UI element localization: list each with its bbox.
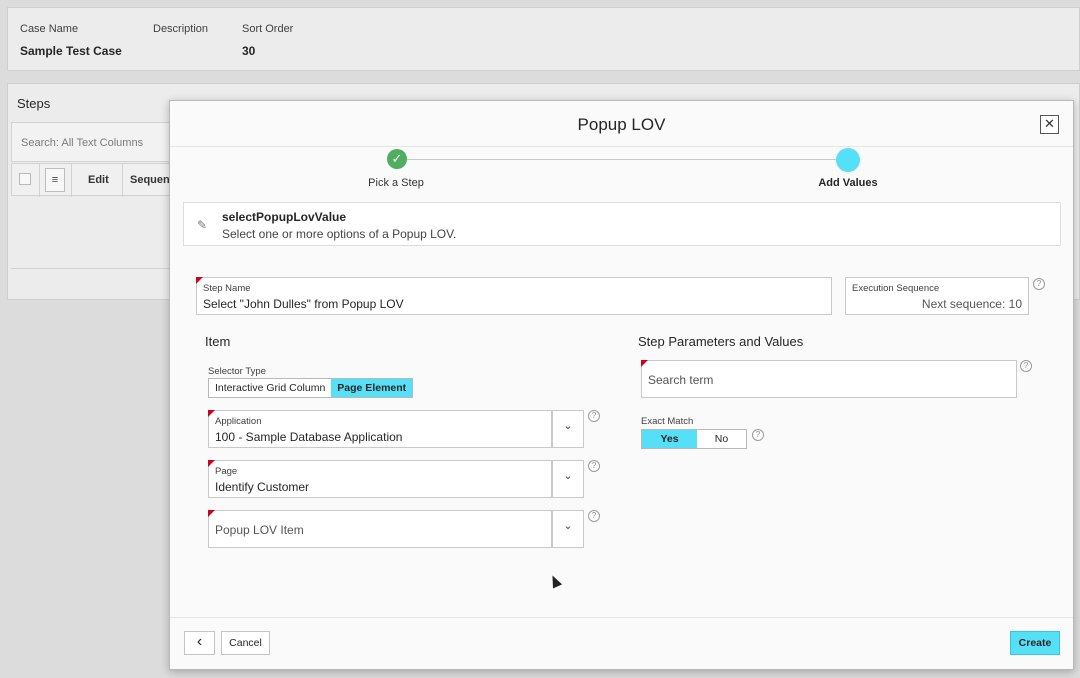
select-all-checkbox[interactable] [19, 173, 31, 185]
column-divider [39, 164, 40, 197]
execution-sequence-label: Execution Sequence [852, 283, 940, 294]
required-marker [641, 360, 648, 367]
help-icon[interactable]: ? [588, 510, 600, 522]
wizard-current-step-dot [836, 148, 860, 172]
execution-sequence-input[interactable]: Next sequence: 10 [922, 297, 1022, 311]
help-icon[interactable]: ? [1033, 278, 1045, 290]
column-header-edit[interactable]: Edit [88, 174, 109, 186]
column-divider [71, 164, 72, 197]
required-marker [208, 410, 215, 417]
step-name-label: Step Name [203, 283, 251, 294]
cancel-button[interactable]: Cancel [221, 631, 270, 655]
selector-option-page-element[interactable]: Page Element [331, 379, 413, 397]
case-name-label: Case Name [20, 23, 79, 35]
steps-search-input[interactable]: Search: All Text Columns [11, 122, 176, 162]
steps-title: Steps [17, 96, 51, 111]
required-marker [208, 510, 215, 517]
help-icon[interactable]: ? [588, 410, 600, 422]
selected-step-name: selectPopupLovValue [222, 210, 347, 224]
search-term-input[interactable]: Search term [648, 373, 713, 387]
chevron-down-icon[interactable]: ⌄ [552, 510, 584, 548]
exact-match-no[interactable]: No [697, 430, 746, 448]
selector-type-toggle[interactable]: Interactive Grid Column Page Element [208, 378, 414, 398]
selector-type-label: Selector Type [208, 366, 266, 377]
search-term-field[interactable]: Search term [641, 360, 1017, 398]
step-parameters-section-title: Step Parameters and Values [638, 334, 804, 349]
sort-order-field: Sort Order 30 [242, 23, 293, 58]
grid-menu-icon[interactable]: ≡ [45, 168, 65, 192]
selector-option-interactive-grid-column[interactable]: Interactive Grid Column [209, 379, 331, 397]
selected-step-info: ✎ selectPopupLovValue Select one or more… [183, 202, 1061, 246]
page-input[interactable]: Identify Customer [215, 480, 309, 494]
step-name-field[interactable]: Step Name Select "John Dulles" from Popu… [196, 277, 832, 315]
dialog-header-divider [170, 146, 1073, 147]
steps-grid-header: ≡ Edit Sequence [11, 163, 182, 197]
step-name-input[interactable]: Select "John Dulles" from Popup LOV [203, 297, 404, 311]
sort-order-label: Sort Order [242, 23, 294, 35]
wizard-progress-line [397, 159, 848, 160]
application-label: Application [215, 416, 262, 427]
dialog-footer-divider [170, 617, 1073, 618]
case-header-region: Case Name Sample Test Case Description S… [7, 7, 1080, 71]
selected-step-description: Select one or more options of a Popup LO… [222, 227, 457, 241]
description-label: Description [153, 23, 209, 35]
chevron-down-icon[interactable]: ⌄ [552, 410, 584, 448]
case-name-field: Case Name Sample Test Case [20, 23, 122, 58]
popup-lov-dialog: Popup LOV ✕ ✓ Pick a Step Add Values ✎ s… [169, 100, 1074, 670]
wizard-step-pick-a-step: Pick a Step [368, 177, 424, 189]
execution-sequence-field[interactable]: Execution Sequence Next sequence: 10 [845, 277, 1029, 315]
close-icon[interactable]: ✕ [1040, 115, 1059, 134]
description-field: Description [153, 23, 208, 35]
page-label: Page [215, 466, 238, 477]
dialog-title: Popup LOV [577, 115, 666, 134]
column-divider [122, 164, 123, 197]
help-icon[interactable]: ? [588, 460, 600, 472]
item-section-title: Item [205, 334, 231, 349]
popup-lov-item-input[interactable]: Popup LOV Item [215, 523, 304, 537]
case-name-value: Sample Test Case [20, 44, 122, 58]
required-marker [196, 277, 203, 284]
exact-match-yes[interactable]: Yes [642, 430, 697, 448]
grid-footer-divider [11, 268, 176, 269]
application-field[interactable]: Application 100 - Sample Database Applic… [208, 410, 552, 448]
exact-match-label: Exact Match [641, 416, 694, 427]
exact-match-toggle[interactable]: Yes No [641, 429, 747, 449]
popup-lov-item-field[interactable]: Popup LOV Item [208, 510, 552, 548]
wizard-step-add-values: Add Values [818, 177, 878, 189]
back-icon[interactable]: ‹ [184, 631, 215, 655]
help-icon[interactable]: ? [752, 429, 764, 441]
edit-icon: ✎ [197, 218, 208, 232]
sort-order-value: 30 [242, 44, 256, 58]
help-icon[interactable]: ? [1020, 360, 1032, 372]
create-button[interactable]: Create [1010, 631, 1060, 655]
required-marker [208, 460, 215, 467]
chevron-down-icon[interactable]: ⌄ [552, 460, 584, 498]
check-icon: ✓ [387, 149, 407, 169]
page-field[interactable]: Page Identify Customer [208, 460, 552, 498]
application-input[interactable]: 100 - Sample Database Application [215, 430, 402, 444]
